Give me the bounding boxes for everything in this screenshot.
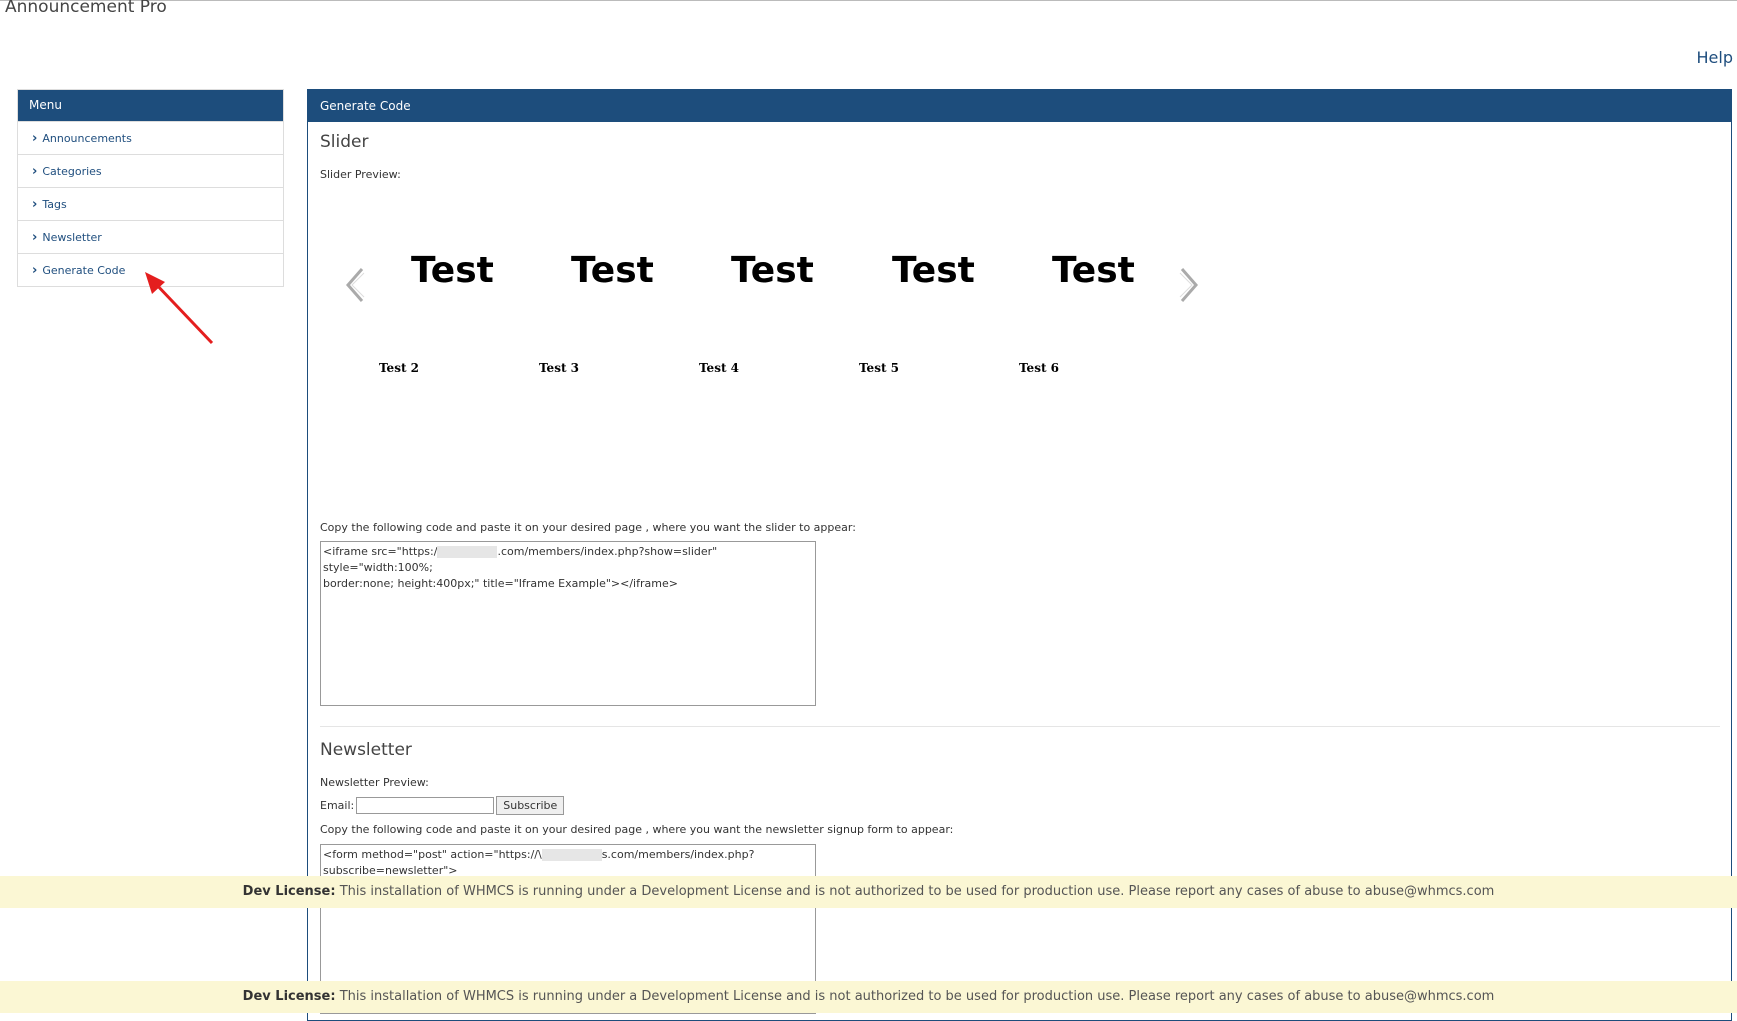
code-text: <iframe src="https:/ — [323, 545, 438, 558]
dev-license-text: This installation of WHMCS is running un… — [335, 884, 1495, 899]
top-border — [0, 0, 1737, 1]
slide-heading: Test — [731, 250, 814, 291]
dev-license-label: Dev License: — [242, 989, 336, 1004]
sidebar-item-label: Generate Code — [42, 263, 126, 277]
chevron-right-icon[interactable] — [1178, 267, 1200, 303]
sidebar-item-categories[interactable]: › Categories — [18, 154, 283, 187]
slide-heading: Test — [1052, 250, 1135, 291]
help-link[interactable]: Help — [1697, 48, 1733, 67]
chevron-right-icon: › — [32, 196, 38, 212]
chevron-right-icon: › — [32, 130, 38, 146]
slide-heading: Test — [571, 250, 654, 291]
chevron-left-icon[interactable] — [344, 267, 366, 303]
email-field[interactable] — [356, 797, 495, 814]
slide-caption: Test 3 — [539, 361, 580, 375]
slider-code-textarea[interactable]: <iframe src="https:/.com/members/index.p… — [320, 541, 816, 706]
section-divider — [320, 726, 1720, 727]
chevron-right-icon: › — [32, 262, 38, 278]
slider-copy-instruction: Copy the following code and paste it on … — [320, 521, 856, 534]
newsletter-copy-instruction: Copy the following code and paste it on … — [320, 823, 954, 836]
slide-caption: Test 6 — [1019, 361, 1060, 375]
code-text: <form method="post" action="https://\ — [323, 848, 542, 861]
code-text: s.com/members/index.php? — [601, 848, 755, 861]
slide-caption: Test 4 — [699, 361, 740, 375]
sidebar-item-announcements[interactable]: › Announcements — [18, 121, 283, 154]
dev-license-label: Dev License: — [242, 884, 336, 899]
redacted-block — [541, 849, 602, 861]
panel-header: Generate Code — [308, 90, 1731, 122]
dev-license-banner: Dev License: This installation of WHMCS … — [0, 981, 1737, 1013]
sidebar-item-label: Tags — [42, 197, 67, 211]
newsletter-preview-label: Newsletter Preview: — [320, 776, 429, 789]
slide-caption: Test 2 — [379, 361, 420, 375]
sidebar-menu: Menu › Announcements › Categories › Tags… — [17, 89, 284, 287]
dev-license-text: This installation of WHMCS is running un… — [335, 989, 1495, 1004]
slide-caption: Test 5 — [859, 361, 900, 375]
app-title: Announcement Pro — [5, 0, 167, 17]
chevron-right-icon: › — [32, 163, 38, 179]
sidebar-item-label: Newsletter — [42, 230, 102, 244]
code-text: border:none; height:400px;" title="Ifram… — [323, 577, 678, 590]
sidebar-header: Menu — [18, 90, 283, 121]
slider-preview-label: Slider Preview: — [320, 168, 401, 181]
slide-heading: Test — [411, 250, 494, 291]
subscribe-button[interactable]: Subscribe — [496, 796, 565, 815]
newsletter-preview-form: Email: Subscribe — [320, 796, 565, 815]
slider-title: Slider — [320, 132, 369, 152]
sidebar-item-label: Announcements — [42, 131, 132, 145]
dev-license-banner: Dev License: This installation of WHMCS … — [0, 876, 1737, 908]
chevron-right-icon: › — [32, 229, 38, 245]
redacted-block — [437, 546, 498, 558]
sidebar-item-label: Categories — [42, 164, 102, 178]
slide-heading: Test — [892, 250, 975, 291]
annotation-arrow-icon — [145, 272, 214, 345]
sidebar-item-tags[interactable]: › Tags — [18, 187, 283, 220]
newsletter-title: Newsletter — [320, 740, 412, 760]
sidebar-item-newsletter[interactable]: › Newsletter — [18, 220, 283, 253]
email-label: Email: — [320, 799, 355, 812]
